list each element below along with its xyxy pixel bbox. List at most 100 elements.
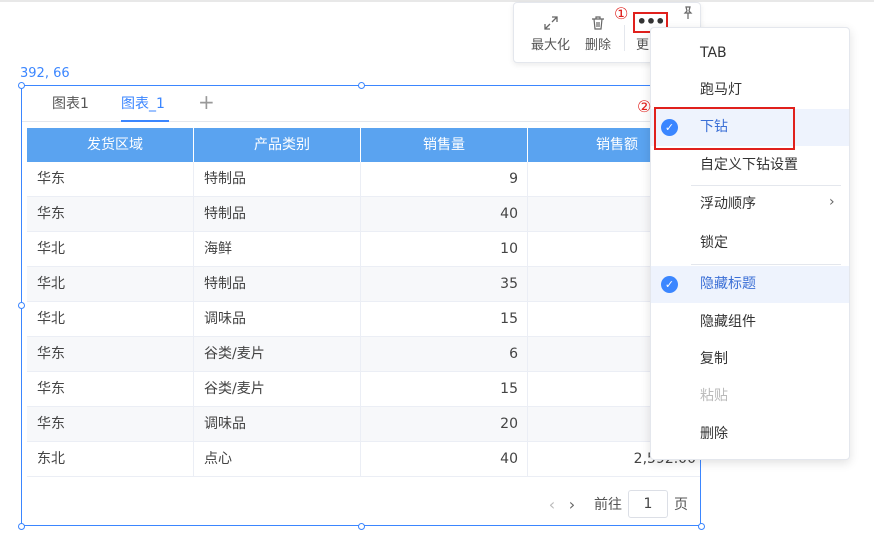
page-unit-label: 页 <box>674 497 688 513</box>
add-tab-icon[interactable]: + <box>198 92 215 112</box>
delete-widget-button[interactable]: 删除 <box>585 15 611 55</box>
table-cell: 特制品 <box>194 162 361 196</box>
table-cell: 35 <box>361 267 528 301</box>
column-header-category[interactable]: 产品类别 <box>194 128 361 162</box>
annotation-step-2: ② <box>637 97 652 116</box>
resize-handle-top[interactable] <box>358 82 365 89</box>
table-cell: 华东 <box>27 197 194 231</box>
table-cell: 华东 <box>27 337 194 371</box>
chevron-right-icon: › <box>829 194 835 210</box>
data-table: 发货区域 产品类别 销售量 销售额 华东特制品916华东特制品401,69华北海… <box>27 128 700 477</box>
check-icon: ✓ <box>661 276 678 293</box>
table-cell: 华东 <box>27 407 194 441</box>
menu-item-label: 粘贴 <box>700 388 728 404</box>
maximize-icon <box>531 15 570 35</box>
active-tab-indicator <box>121 120 169 122</box>
table-cell: 调味品 <box>194 407 361 441</box>
trash-icon <box>585 15 611 35</box>
table-cell: 15 <box>361 372 528 406</box>
resize-handle-left[interactable] <box>18 302 25 309</box>
table-cell: 特制品 <box>194 267 361 301</box>
pagination: ‹ › 前往 1 页 <box>542 490 688 518</box>
table-cell: 点心 <box>194 442 361 476</box>
position-readout: 392, 66 <box>20 66 70 81</box>
table-body: 华东特制品916华东特制品401,69华北海鲜107华北特制品351,48华北调… <box>27 162 700 477</box>
menu-item-label: TAB <box>700 45 727 61</box>
resize-handle-bottom-right[interactable] <box>698 523 705 530</box>
table-cell: 华北 <box>27 267 194 301</box>
pin-icon[interactable] <box>681 6 695 24</box>
resize-handle-top-left[interactable] <box>18 82 25 89</box>
menu-item[interactable]: 跑马灯 <box>651 72 849 109</box>
menu-item-label: 复制 <box>700 351 728 367</box>
next-page-icon[interactable]: › <box>562 495 582 514</box>
table-widget[interactable]: 图表1 图表_1 + 发货区域 产品类别 销售量 销售额 华东特制品916华东特… <box>21 85 701 526</box>
menu-item-label: 自定义下钻设置 <box>700 157 798 173</box>
table-cell: 谷类/麦片 <box>194 372 361 406</box>
menu-item-label: 隐藏标题 <box>700 276 756 292</box>
table-cell: 华北 <box>27 232 194 266</box>
menu-item-label: 锁定 <box>700 235 728 251</box>
table-row[interactable]: 华北特制品351,48 <box>27 267 700 302</box>
table-cell: 9 <box>361 162 528 196</box>
more-label: 更 <box>636 38 650 53</box>
menu-item[interactable]: 自定义下钻设置 <box>651 147 849 184</box>
maximize-label: 最大化 <box>531 38 571 53</box>
menu-item[interactable]: ✓ 隐藏标题 <box>651 266 849 303</box>
menu-divider <box>691 264 841 265</box>
table-cell: 海鲜 <box>194 232 361 266</box>
table-cell: 10 <box>361 232 528 266</box>
table-row[interactable]: 华北海鲜107 <box>27 232 700 267</box>
page-number-input[interactable]: 1 <box>628 490 668 518</box>
table-cell: 华北 <box>27 302 194 336</box>
table-row[interactable]: 华东特制品916 <box>27 162 700 197</box>
tab-chart-1[interactable]: 图表1 <box>52 95 89 113</box>
table-row[interactable]: 华北调味品1525 <box>27 302 700 337</box>
widget-tabs: 图表1 图表_1 + <box>22 86 700 122</box>
menu-item[interactable]: 隐藏组件 <box>651 304 849 341</box>
table-cell: 6 <box>361 337 528 371</box>
toolbar-separator <box>624 25 625 51</box>
column-header-region[interactable]: 发货区域 <box>27 128 194 162</box>
table-header: 发货区域 产品类别 销售量 销售额 <box>27 128 700 162</box>
table-row[interactable]: 东北点心402,592.00 <box>27 442 700 477</box>
more-label-button[interactable]: 更 <box>636 35 649 55</box>
goto-label: 前往 <box>594 497 622 513</box>
table-cell: 华东 <box>27 372 194 406</box>
resize-handle-bottom-left[interactable] <box>18 523 25 530</box>
maximize-button[interactable]: 最大化 <box>531 15 570 55</box>
menu-item-label: 删除 <box>700 426 728 442</box>
table-cell: 谷类/麦片 <box>194 337 361 371</box>
table-cell: 特制品 <box>194 197 361 231</box>
menu-item[interactable]: 删除 <box>651 416 849 453</box>
annotation-step-1: ① <box>614 4 629 23</box>
menu-item[interactable]: 复制 <box>651 341 849 378</box>
table-row[interactable]: 华东特制品401,69 <box>27 197 700 232</box>
prev-page-icon[interactable]: ‹ <box>542 495 562 514</box>
menu-item[interactable]: 浮动顺序 › <box>651 186 849 223</box>
table-cell: 40 <box>361 197 528 231</box>
table-cell: 华东 <box>27 162 194 196</box>
table-row[interactable]: 华东谷类/麦片1523 <box>27 372 700 407</box>
menu-item[interactable]: TAB <box>651 35 849 72</box>
table-row[interactable]: 华东谷类/麦片610 <box>27 337 700 372</box>
menu-item-label: 隐藏组件 <box>700 314 756 330</box>
menu-divider <box>691 185 841 186</box>
drilldown-highlight-box <box>654 107 795 150</box>
menu-item-label: 跑马灯 <box>700 82 742 98</box>
tab-chart-1-copy[interactable]: 图表_1 <box>121 95 165 113</box>
column-header-quantity[interactable]: 销售量 <box>361 128 528 162</box>
table-cell: 15 <box>361 302 528 336</box>
table-cell: 东北 <box>27 442 194 476</box>
table-cell: 40 <box>361 442 528 476</box>
menu-item[interactable]: 锁定 <box>651 225 849 262</box>
menu-item-label: 浮动顺序 <box>700 196 756 212</box>
table-cell: 调味品 <box>194 302 361 336</box>
delete-label: 删除 <box>585 38 612 53</box>
table-cell: 20 <box>361 407 528 441</box>
resize-handle-bottom[interactable] <box>358 523 365 530</box>
table-row[interactable]: 华东调味品2033 <box>27 407 700 442</box>
menu-item: 粘贴 <box>651 378 849 415</box>
more-options-menu: TAB 跑马灯 ✓ 下钻 自定义下钻设置 浮动顺序 › 锁定 ✓ 隐藏标题 隐藏组件 复制 粘贴 删除 <box>650 27 850 460</box>
top-divider <box>0 0 874 2</box>
